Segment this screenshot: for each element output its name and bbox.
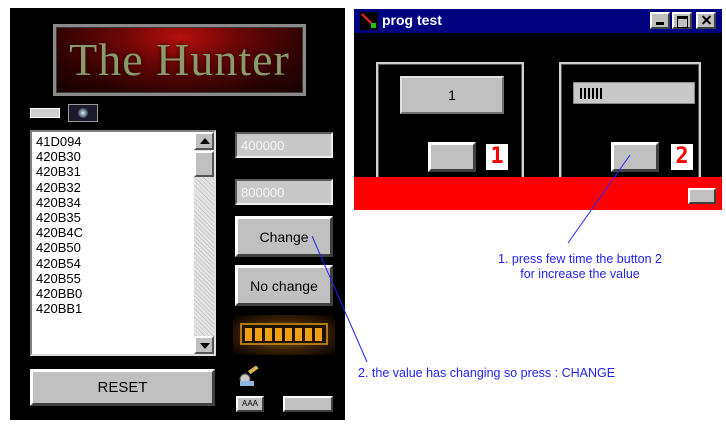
- meter-segments: [240, 323, 328, 345]
- scroll-thumb[interactable]: [194, 151, 214, 177]
- prog-test-window: prog test 1 1 2: [354, 9, 722, 210]
- address-list: 41D094 420B30 420B31 420B32 420B34 420B3…: [36, 134, 186, 354]
- list-item[interactable]: 420B31: [36, 164, 186, 179]
- logo-text: The Hunter: [69, 34, 290, 85]
- annotation-note-1-line1: 1. press few time the button 2: [498, 252, 662, 266]
- app-icon: [360, 12, 378, 30]
- list-item[interactable]: 420B50: [36, 240, 186, 255]
- window-title: prog test: [382, 12, 442, 28]
- first-value-field[interactable]: 400000: [235, 132, 333, 158]
- change-button[interactable]: Change: [235, 216, 333, 257]
- list-item[interactable]: 420BB0: [36, 286, 186, 301]
- hunter-window: The Hunter 41D094 420B30 420B31 420B32 4…: [10, 8, 345, 420]
- annotation-note-1-line2: for increase the value: [520, 267, 640, 281]
- minimize-button[interactable]: [650, 12, 670, 29]
- counter-panel-2: 2: [559, 62, 701, 182]
- list-item[interactable]: 420BB1: [36, 301, 186, 316]
- list-item[interactable]: 41D094: [36, 134, 186, 149]
- tiny-blank-button[interactable]: [283, 396, 333, 412]
- tiny-options-button[interactable]: AAA: [236, 396, 264, 412]
- scroll-up-icon: [200, 138, 210, 144]
- list-item[interactable]: 420B54: [36, 256, 186, 271]
- corner-button[interactable]: [688, 188, 716, 204]
- annotation-note-1: 1. press few time the button 2 for incre…: [460, 252, 700, 282]
- list-item[interactable]: 420B32: [36, 180, 186, 195]
- bar-display: [573, 82, 695, 104]
- red-status-band: [354, 177, 722, 210]
- value-display: 1: [400, 76, 504, 114]
- address-listbox[interactable]: 41D094 420B30 420B31 420B32 420B34 420B3…: [30, 130, 216, 356]
- key-icon[interactable]: [238, 365, 260, 388]
- counter-panel-1: 1 1: [376, 62, 524, 182]
- scroll-up-button[interactable]: [194, 132, 214, 150]
- list-item[interactable]: 420B35: [36, 210, 186, 225]
- list-scrollbar[interactable]: [194, 132, 214, 354]
- list-item[interactable]: 420B4C: [36, 225, 186, 240]
- button-2[interactable]: [611, 142, 659, 172]
- scan-progress-meter: [233, 315, 335, 355]
- scroll-down-icon: [200, 343, 210, 349]
- scroll-down-button[interactable]: [194, 336, 214, 354]
- small-toggle-button[interactable]: [30, 108, 60, 118]
- hunter-logo: The Hunter: [53, 24, 306, 96]
- button-1[interactable]: [428, 142, 476, 172]
- list-item[interactable]: 420B30: [36, 149, 186, 164]
- list-item[interactable]: 420B55: [36, 271, 186, 286]
- title-bar[interactable]: prog test: [354, 9, 722, 33]
- button-1-label: 1: [486, 144, 508, 170]
- button-2-label: 2: [671, 144, 693, 170]
- maximize-button[interactable]: [672, 12, 692, 29]
- close-button[interactable]: [696, 12, 716, 29]
- annotation-note-2: 2. the value has changing so press : CHA…: [358, 366, 616, 380]
- reset-button[interactable]: RESET: [30, 369, 215, 406]
- second-value-field[interactable]: 800000: [235, 179, 333, 205]
- list-item[interactable]: 420B34: [36, 195, 186, 210]
- no-change-button[interactable]: No change: [235, 265, 333, 306]
- camera-icon[interactable]: [68, 104, 98, 122]
